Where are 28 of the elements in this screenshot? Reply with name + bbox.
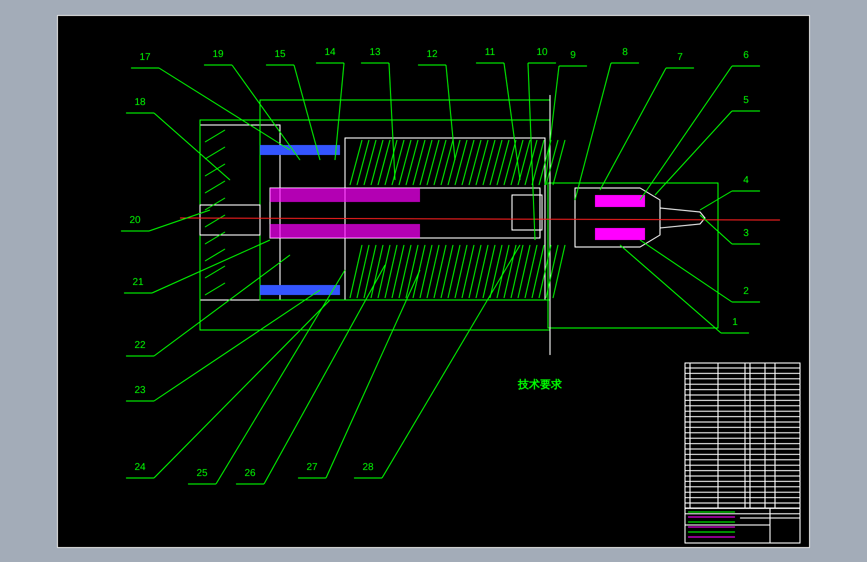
part-number: 6 — [743, 50, 749, 61]
notes-heading: 技术要求 — [518, 378, 562, 391]
part-number: 17 — [139, 52, 151, 63]
part-number: 8 — [622, 47, 628, 58]
part-number: 19 — [212, 49, 224, 60]
part-number: 24 — [134, 462, 146, 473]
part-number: 7 — [677, 52, 683, 63]
part-number: 4 — [743, 175, 749, 186]
part-number: 27 — [306, 462, 318, 473]
part-number: 15 — [274, 49, 286, 60]
part-number: 9 — [570, 50, 576, 61]
part-number: 10 — [536, 47, 548, 58]
part-number: 18 — [134, 97, 146, 108]
part-number: 26 — [244, 468, 256, 479]
part-number: 5 — [743, 95, 749, 106]
part-number: 11 — [484, 47, 496, 58]
part-number: 22 — [134, 340, 146, 351]
part-number: 2 — [743, 286, 749, 297]
part-number: 3 — [743, 228, 749, 239]
part-number: 21 — [132, 277, 144, 288]
part-number: 14 — [324, 47, 336, 58]
part-number: 20 — [129, 215, 141, 226]
part-number: 25 — [196, 468, 208, 479]
part-number: 28 — [362, 462, 374, 473]
part-number: 12 — [426, 49, 438, 60]
part-number: 13 — [369, 47, 381, 58]
part-number: 1 — [732, 317, 738, 328]
part-number: 23 — [134, 385, 146, 396]
